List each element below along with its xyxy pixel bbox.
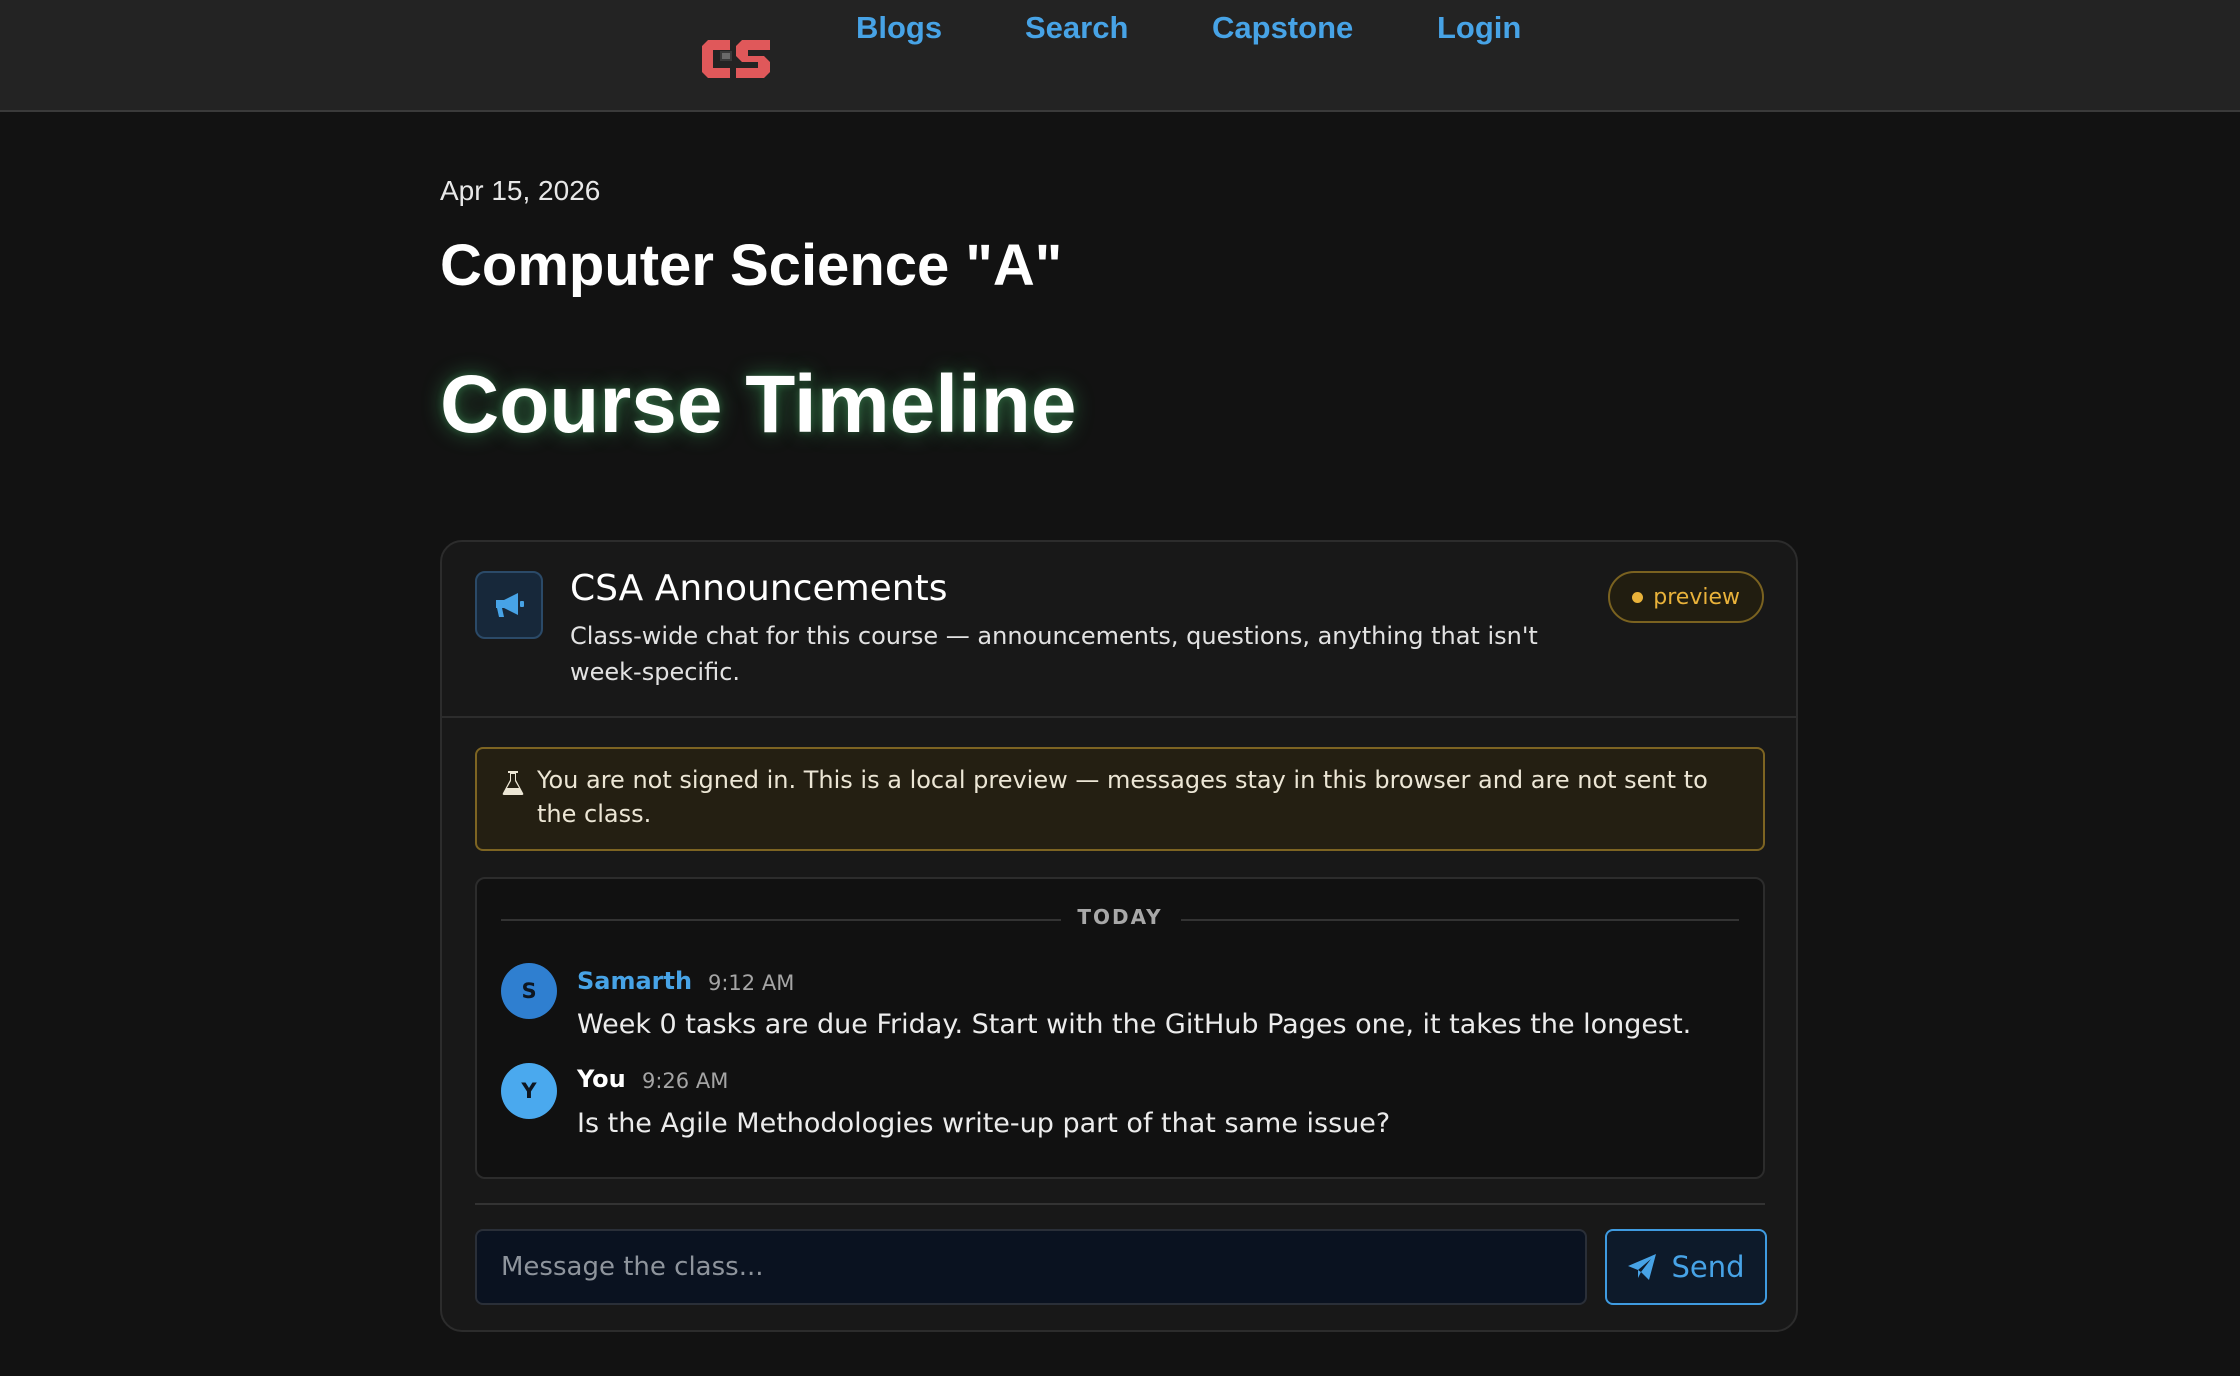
nav-login-link[interactable]: Login (1437, 10, 1521, 46)
message-list[interactable]: TODAY S Samarth 9:12 AM Week 0 tasks are… (475, 877, 1765, 1179)
nav-search-link[interactable]: Search (1025, 10, 1128, 46)
message-time: 9:26 AM (642, 1069, 729, 1093)
nav-blogs-link[interactable]: Blogs (856, 10, 942, 46)
day-divider-label: TODAY (1077, 905, 1163, 929)
preview-badge-label: preview (1653, 584, 1740, 610)
flask-icon (502, 771, 524, 795)
composer-divider (475, 1203, 1765, 1205)
avatar: S (501, 963, 557, 1019)
nav-capstone-link[interactable]: Capstone (1212, 10, 1353, 46)
cs-logo[interactable] (700, 34, 772, 84)
preview-badge: preview (1608, 571, 1764, 623)
paper-plane-icon (1628, 1254, 1657, 1280)
preview-notice: You are not signed in. This is a local p… (475, 747, 1765, 851)
post-date: Apr 15, 2026 (440, 175, 601, 206)
chat-title: CSA Announcements (570, 568, 948, 609)
message-text: Week 0 tasks are due Friday. Start with … (577, 1009, 1692, 1040)
page-title: Course Timeline (440, 359, 1077, 450)
header-divider (442, 716, 1796, 718)
megaphone-icon (475, 571, 543, 639)
avatar: Y (501, 1063, 557, 1119)
send-button[interactable]: Send (1605, 1229, 1767, 1305)
message-author[interactable]: You (577, 1065, 626, 1093)
top-nav-bar: Blogs Search Capstone Login (0, 0, 2240, 112)
message-time: 9:12 AM (708, 971, 795, 995)
course-title: Computer Science "A" (440, 233, 1063, 298)
day-divider-line-right (1181, 919, 1739, 921)
send-button-label: Send (1671, 1250, 1745, 1284)
message-input[interactable] (475, 1229, 1587, 1305)
status-dot-icon (1632, 591, 1644, 603)
chat-description: Class-wide chat for this course — announ… (570, 622, 1538, 686)
message-author[interactable]: Samarth (577, 967, 692, 995)
announcements-chat-card: CSA Announcements Class-wide chat for th… (440, 540, 1798, 1332)
preview-notice-text: You are not signed in. This is a local p… (537, 766, 1708, 828)
message-text: Is the Agile Methodologies write-up part… (577, 1108, 1391, 1139)
